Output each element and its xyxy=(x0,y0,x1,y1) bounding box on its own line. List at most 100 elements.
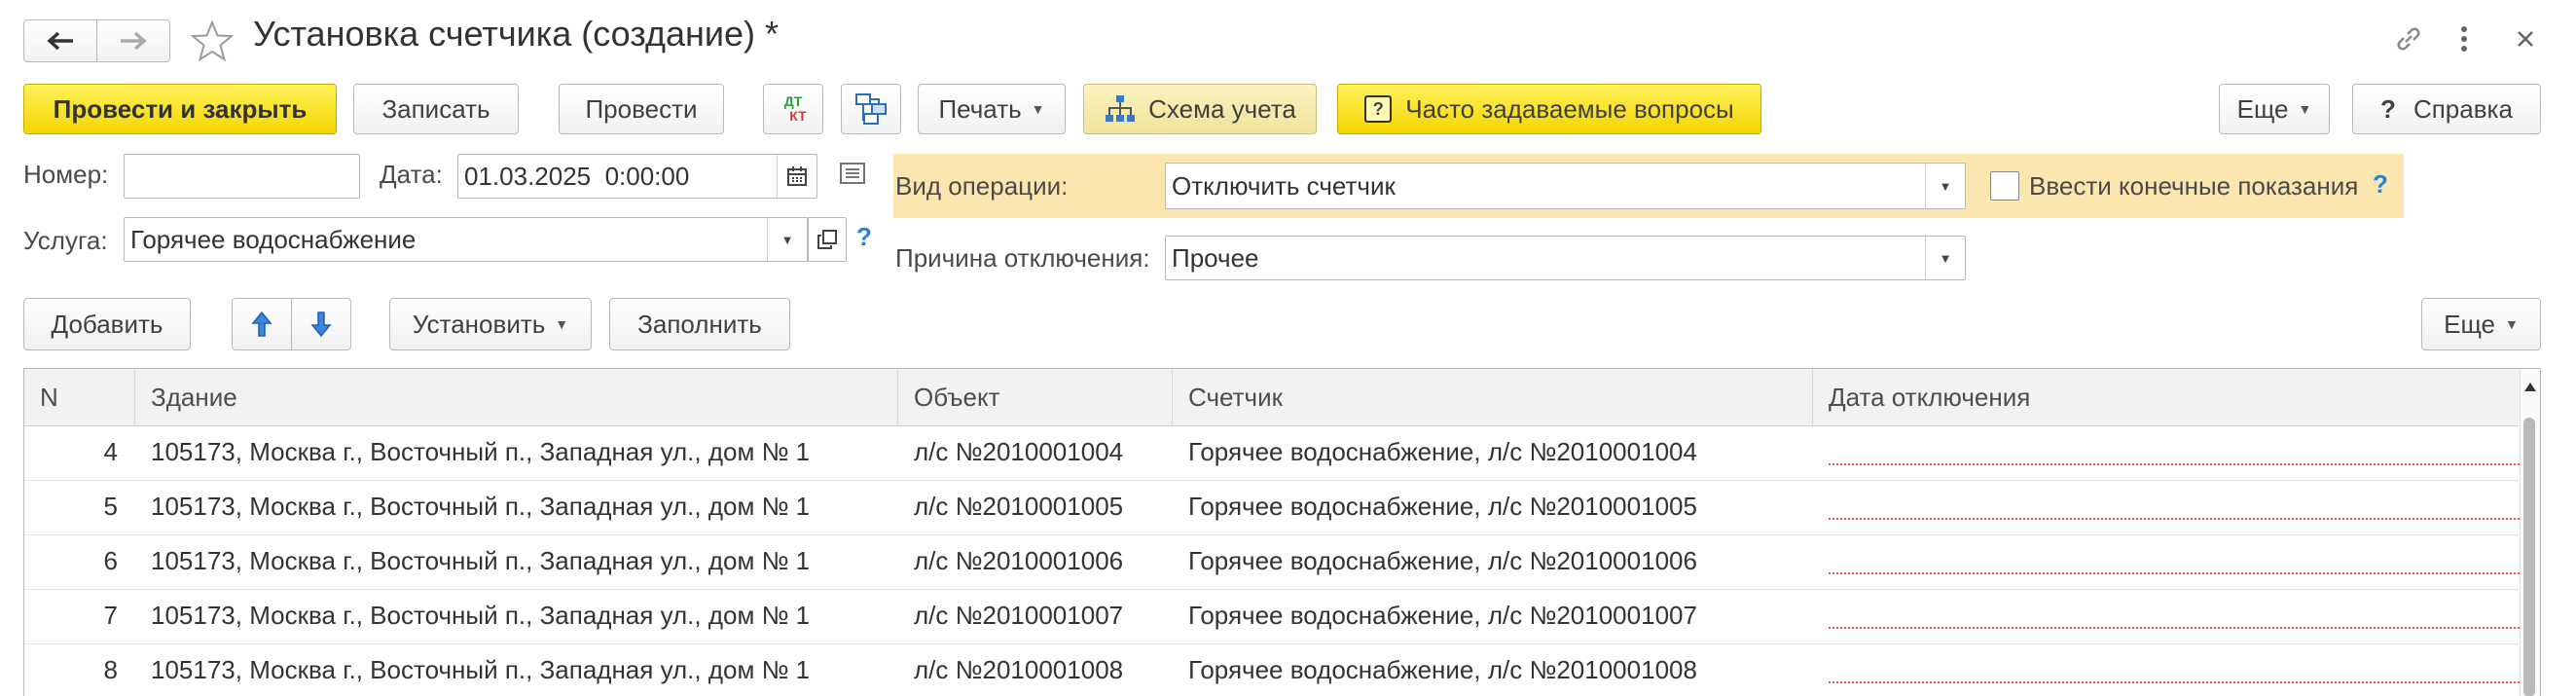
row-object: л/с №2010001005 xyxy=(914,492,1124,521)
scroll-up-arrow-icon[interactable] xyxy=(2524,383,2536,391)
row-building: 105173, Москва г., Восточный п., Западна… xyxy=(151,492,811,521)
scrollbar-thumb[interactable] xyxy=(2523,418,2535,696)
column-header-building[interactable]: Здание xyxy=(135,369,898,425)
reason-select[interactable]: Прочее ▼ xyxy=(1165,236,1966,280)
open-service-button[interactable] xyxy=(808,217,847,262)
date-input[interactable]: 01.03.2025 0:00:00 xyxy=(457,154,817,199)
print-label: Печать xyxy=(938,93,1022,124)
calendar-icon xyxy=(787,166,807,186)
dt-label: ДТ xyxy=(783,93,803,109)
row-number: 6 xyxy=(103,546,118,575)
save-button[interactable]: Записать xyxy=(353,84,519,134)
row-meter: Горячее водоснабжение, л/с №2010001006 xyxy=(1188,546,1697,575)
fill-button[interactable]: Заполнить xyxy=(609,298,790,350)
more-button[interactable]: Еще ▼ xyxy=(2219,84,2330,134)
operation-value: Отключить счетчик xyxy=(1172,170,1396,201)
kt-label: КТ xyxy=(789,108,807,124)
row-building: 105173, Москва г., Восточный п., Западна… xyxy=(151,437,811,466)
more-vert-icon[interactable] xyxy=(2449,19,2479,58)
row-disconnect-date[interactable] xyxy=(1813,480,2521,533)
row-number: 7 xyxy=(103,601,118,630)
chevron-down-icon: ▼ xyxy=(2505,316,2519,332)
operation-dropdown-button[interactable]: ▼ xyxy=(1925,164,1965,208)
arrow-down-icon xyxy=(310,311,332,338)
row-disconnect-date[interactable] xyxy=(1813,643,2521,696)
reason-dropdown-button[interactable]: ▼ xyxy=(1925,237,1965,279)
move-down-button[interactable] xyxy=(291,298,351,350)
row-object: л/с №2010001007 xyxy=(914,601,1124,630)
row-meter: Горячее водоснабжение, л/с №2010001005 xyxy=(1188,492,1697,521)
close-icon[interactable] xyxy=(2506,19,2545,58)
vertical-scrollbar[interactable] xyxy=(2520,369,2540,696)
row-disconnect-date[interactable] xyxy=(1813,425,2521,479)
link-icon[interactable] xyxy=(2389,19,2428,58)
chevron-down-icon: ▼ xyxy=(780,232,794,247)
date-label: Дата: xyxy=(380,160,443,189)
final-readings-label: Ввести конечные показания xyxy=(2029,171,2359,201)
service-dropdown-button[interactable]: ▼ xyxy=(767,218,807,261)
column-header-n[interactable]: N xyxy=(24,369,135,425)
structure-button[interactable] xyxy=(841,84,901,134)
final-readings-checkbox[interactable] xyxy=(1990,171,2019,201)
chevron-down-icon: ▼ xyxy=(1939,178,1952,194)
table-more-button[interactable]: Еще ▼ xyxy=(2421,298,2541,350)
calendar-button[interactable] xyxy=(777,155,816,198)
row-meter: Горячее водоснабжение, л/с №2010001008 xyxy=(1188,655,1697,684)
print-button[interactable]: Печать ▼ xyxy=(918,84,1066,134)
dt-kt-button[interactable]: ДТ КТ xyxy=(763,84,823,134)
post-and-close-button[interactable]: Провести и закрыть xyxy=(23,84,337,134)
forward-button[interactable] xyxy=(96,19,170,62)
row-meter: Горячее водоснабжение, л/с №2010001007 xyxy=(1188,601,1697,630)
arrow-up-icon xyxy=(251,311,272,337)
comment-icon[interactable] xyxy=(835,156,870,191)
row-object: л/с №2010001006 xyxy=(914,546,1124,575)
row-disconnect-date[interactable] xyxy=(1813,534,2521,588)
help-button[interactable]: ? Справка xyxy=(2352,84,2541,134)
favorite-star-icon[interactable] xyxy=(188,18,236,64)
accounting-scheme-button[interactable]: Схема учета xyxy=(1083,84,1317,134)
back-button[interactable] xyxy=(23,19,97,62)
table-row[interactable]: 4 105173, Москва г., Восточный п., Запад… xyxy=(24,425,2521,481)
column-header-meter[interactable]: Счетчик xyxy=(1173,369,1813,425)
install-button[interactable]: Установить ▼ xyxy=(389,298,592,350)
chevron-down-icon: ▼ xyxy=(1031,101,1045,117)
row-building: 105173, Москва г., Восточный п., Западна… xyxy=(151,601,811,630)
row-number: 4 xyxy=(103,437,118,466)
arrow-left-icon xyxy=(47,31,73,51)
row-building: 105173, Москва г., Восточный п., Западна… xyxy=(151,546,811,575)
table-row[interactable]: 8 105173, Москва г., Восточный п., Запад… xyxy=(24,643,2521,696)
arrow-right-icon xyxy=(121,31,147,51)
required-field-underline xyxy=(1829,463,2520,465)
operation-label: Вид операции: xyxy=(895,171,1069,201)
reason-value: Прочее xyxy=(1172,242,1259,273)
open-copy-icon xyxy=(817,230,837,249)
required-field-underline xyxy=(1829,572,2520,574)
row-meter: Горячее водоснабжение, л/с №2010001004 xyxy=(1188,437,1697,466)
row-number: 8 xyxy=(103,655,118,684)
table-row[interactable]: 6 105173, Москва г., Восточный п., Запад… xyxy=(24,534,2521,590)
final-readings-help-icon[interactable]: ? xyxy=(2373,169,2388,200)
service-label: Услуга: xyxy=(23,226,108,255)
table-row[interactable]: 7 105173, Москва г., Восточный п., Запад… xyxy=(24,589,2521,644)
add-row-button[interactable]: Добавить xyxy=(23,298,191,350)
number-label: Номер: xyxy=(23,160,109,189)
service-help-icon[interactable]: ? xyxy=(856,222,872,252)
column-header-date[interactable]: Дата отключения xyxy=(1813,369,2521,425)
help-label: Справка xyxy=(2413,93,2513,124)
help-question-icon: ? xyxy=(2380,93,2396,124)
row-disconnect-date[interactable] xyxy=(1813,589,2521,642)
post-button[interactable]: Провести xyxy=(559,84,724,134)
column-header-object[interactable]: Объект xyxy=(898,369,1173,425)
move-up-button[interactable] xyxy=(232,298,292,350)
operation-select[interactable]: Отключить счетчик ▼ xyxy=(1165,163,1966,209)
table-row[interactable]: 5 105173, Москва г., Восточный п., Запад… xyxy=(24,480,2521,535)
install-label: Установить xyxy=(412,309,546,339)
number-input[interactable] xyxy=(124,154,360,199)
service-value: Горячее водоснабжение xyxy=(130,224,417,254)
hierarchy-icon xyxy=(1106,95,1136,122)
service-input[interactable]: Горячее водоснабжение ▼ xyxy=(124,217,808,262)
date-value: 01.03.2025 0:00:00 xyxy=(464,161,690,191)
row-number: 5 xyxy=(103,492,118,521)
faq-button[interactable]: ? Часто задаваемые вопросы xyxy=(1337,84,1761,134)
faq-label: Часто задаваемые вопросы xyxy=(1405,93,1734,124)
